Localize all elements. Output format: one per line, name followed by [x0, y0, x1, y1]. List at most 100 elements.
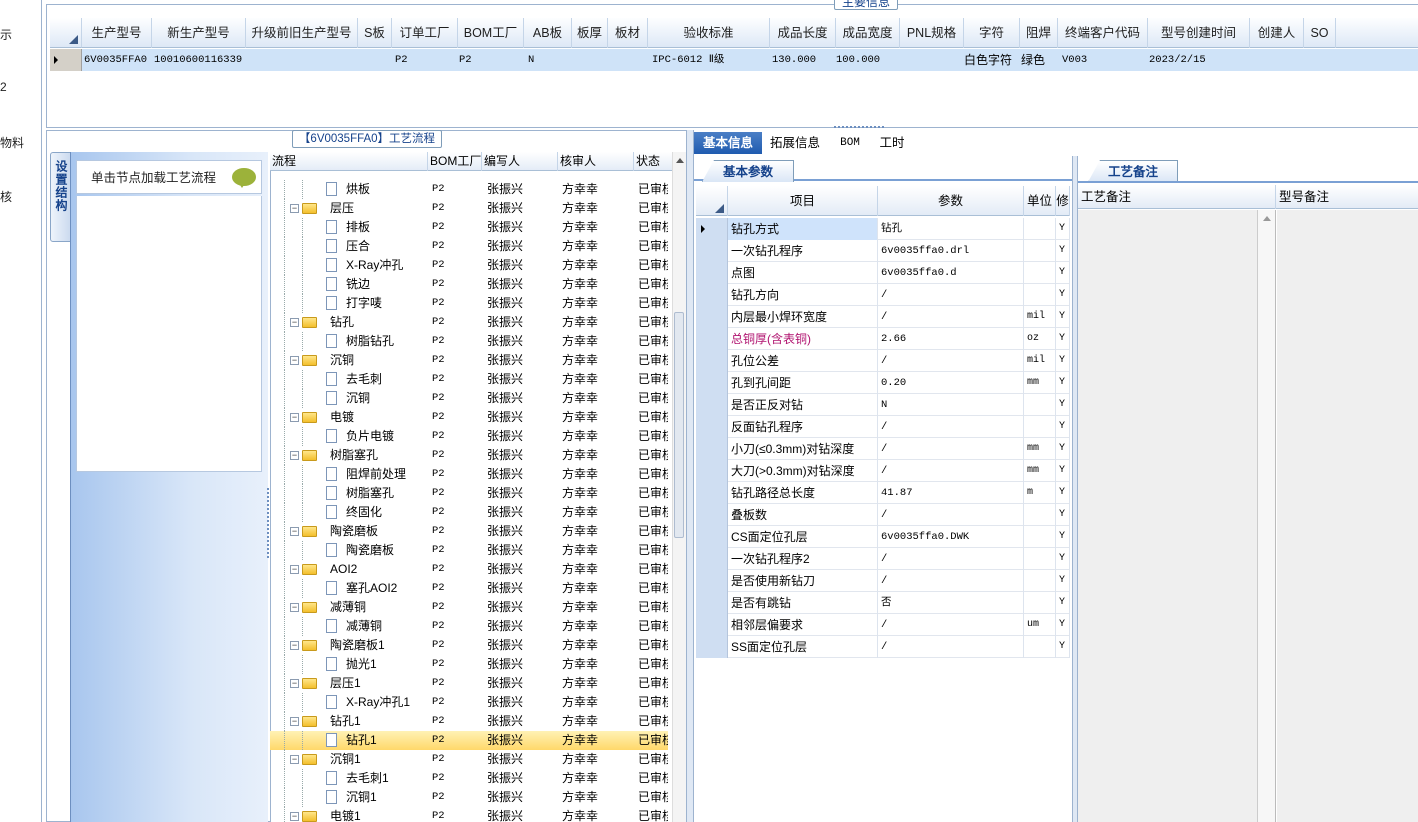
col-header[interactable]: 创建人 [1250, 18, 1304, 48]
nav-item[interactable]: 核 [0, 188, 12, 205]
tree-row[interactable]: 去毛刺 P2 张振兴 方幸幸 已审核 [270, 370, 668, 389]
splitter-grip[interactable] [267, 488, 271, 558]
param-row[interactable]: 钻孔路径总长度 41.87 m Y [696, 482, 1070, 504]
param-value[interactable]: / [878, 548, 1024, 570]
tree-scroll-thumb[interactable] [674, 312, 684, 538]
param-value[interactable]: 6v0035ffa0.DWK [878, 526, 1024, 548]
param-value[interactable]: 否 [878, 592, 1024, 614]
tree-row[interactable]: − 电镀1 P2 张振兴 方幸幸 已审核 [270, 807, 668, 822]
row-selector[interactable] [696, 570, 728, 592]
param-value[interactable]: / [878, 614, 1024, 636]
tree-row[interactable]: − 电镀 P2 张振兴 方幸幸 已审核 [270, 408, 668, 427]
tree-row[interactable]: − 钻孔 P2 张振兴 方幸幸 已审核 [270, 313, 668, 332]
col-header[interactable]: 核审人 [558, 152, 634, 171]
row-selector[interactable] [696, 372, 728, 394]
param-value[interactable]: / [878, 350, 1024, 372]
col-header[interactable]: 参数 [878, 186, 1024, 216]
param-row[interactable]: 点图 6v0035ffa0.d Y [696, 262, 1070, 284]
collapse-icon[interactable]: − [290, 413, 299, 422]
tree-row[interactable]: 沉铜 P2 张振兴 方幸幸 已审核 [270, 389, 668, 408]
col-header[interactable]: 升级前旧生产型号 [246, 18, 358, 48]
col-header[interactable]: BOM工厂 [458, 18, 524, 48]
collapse-icon[interactable]: − [290, 679, 299, 688]
col-header[interactable]: 成品长度 [770, 18, 836, 48]
param-value[interactable]: / [878, 460, 1024, 482]
row-selector[interactable] [696, 394, 728, 416]
param-row[interactable]: 大刀(>0.3mm)对钻深度 / mm Y [696, 460, 1070, 482]
remarks-scrollbar[interactable] [1258, 210, 1276, 822]
tree-row[interactable]: − 树脂塞孔 P2 张振兴 方幸幸 已审核 [270, 446, 668, 465]
tree-row[interactable]: 去毛刺1 P2 张振兴 方幸幸 已审核 [270, 769, 668, 788]
param-row[interactable]: SS面定位孔层 / Y [696, 636, 1070, 658]
col-header[interactable]: 板厚 [572, 18, 608, 48]
row-selector[interactable] [696, 438, 728, 460]
col-header[interactable]: 新生产型号 [152, 18, 246, 48]
collapse-icon[interactable]: − [290, 717, 299, 726]
model-remarks-field[interactable] [1277, 210, 1418, 822]
tree-row[interactable]: 负片电镀 P2 张振兴 方幸幸 已审核 [270, 427, 668, 446]
tree-row[interactable]: 终固化 P2 张振兴 方幸幸 已审核 [270, 503, 668, 522]
row-selector[interactable] [696, 614, 728, 636]
tree-row[interactable]: − 陶瓷磨板 P2 张振兴 方幸幸 已审核 [270, 522, 668, 541]
tree-row[interactable]: − 层压1 P2 张振兴 方幸幸 已审核 [270, 674, 668, 693]
tab-extended[interactable]: 拓展信息 [766, 132, 824, 154]
splitter-grip[interactable] [834, 126, 884, 130]
param-row[interactable]: 一次钻孔程序 6v0035ffa0.drl Y [696, 240, 1070, 262]
col-header[interactable]: S板 [358, 18, 392, 48]
col-header[interactable]: 修 [1056, 186, 1070, 216]
param-value[interactable]: / [878, 504, 1024, 526]
col-header[interactable]: PNL规格 [900, 18, 964, 48]
nav-item[interactable]: 物料 [0, 134, 24, 151]
col-header[interactable]: 编写人 [482, 152, 558, 171]
col-header[interactable]: 阻焊 [1020, 18, 1058, 48]
tree-row[interactable]: 铣边 P2 张振兴 方幸幸 已审核 [270, 275, 668, 294]
col-header[interactable]: 订单工厂 [392, 18, 458, 48]
tree-row[interactable]: 陶瓷磨板 P2 张振兴 方幸幸 已审核 [270, 541, 668, 560]
param-value[interactable]: / [878, 636, 1024, 658]
param-value[interactable]: 41.87 [878, 482, 1024, 504]
tree-row[interactable]: X-Ray冲孔1 P2 张振兴 方幸幸 已审核 [270, 693, 668, 712]
row-selector[interactable] [696, 218, 728, 240]
param-value[interactable]: 0.20 [878, 372, 1024, 394]
tab-remarks[interactable]: 工艺备注 [1088, 160, 1178, 182]
collapse-icon[interactable]: − [290, 356, 299, 365]
col-header[interactable]: 字符 [964, 18, 1020, 48]
col-header[interactable]: 成品宽度 [836, 18, 900, 48]
param-row[interactable]: 一次钻孔程序2/ Y [696, 548, 1070, 570]
col-header[interactable]: 项目 [728, 186, 878, 216]
process-remarks-field[interactable] [1078, 210, 1258, 822]
collapse-icon[interactable]: − [290, 641, 299, 650]
tab-basic-params[interactable]: 基本参数 [702, 160, 794, 182]
nav-item[interactable]: 示 [0, 26, 12, 43]
tree-row[interactable]: 钻孔1 P2 张振兴 方幸幸 已审核 [270, 731, 668, 750]
param-row[interactable]: CS面定位孔层 6v0035ffa0.DWK Y [696, 526, 1070, 548]
tree-row[interactable]: 沉铜1 P2 张振兴 方幸幸 已审核 [270, 788, 668, 807]
param-row[interactable]: 反面钻孔程序 / Y [696, 416, 1070, 438]
tree-row[interactable]: 压合 P2 张振兴 方幸幸 已审核 [270, 237, 668, 256]
row-selector[interactable] [696, 482, 728, 504]
row-selector[interactable] [696, 284, 728, 306]
tree-row[interactable]: − 陶瓷磨板1 P2 张振兴 方幸幸 已审核 [270, 636, 668, 655]
tree-row[interactable]: X-Ray冲孔 P2 张振兴 方幸幸 已审核 [270, 256, 668, 275]
tab-bom[interactable]: BOM [830, 132, 870, 154]
tree-row[interactable]: 树脂塞孔 P2 张振兴 方幸幸 已审核 [270, 484, 668, 503]
collapse-icon[interactable]: − [290, 318, 299, 327]
param-row[interactable]: 叠板数 / Y [696, 504, 1070, 526]
tree-row[interactable]: − 减薄铜 P2 张振兴 方幸幸 已审核 [270, 598, 668, 617]
param-value[interactable]: / [878, 570, 1024, 592]
table-row[interactable]: 6V0035FFA0 10010600116339 P2 P2 N IPC-60… [50, 49, 1418, 71]
row-selector[interactable] [50, 49, 82, 71]
param-value[interactable]: / [878, 306, 1024, 328]
param-row[interactable]: 总铜厚(含表铜) 2.66 oz Y [696, 328, 1070, 350]
vertical-splitter[interactable] [686, 130, 694, 822]
col-header[interactable]: AB板 [524, 18, 572, 48]
row-selector[interactable] [696, 548, 728, 570]
col-header[interactable]: SO [1304, 18, 1336, 48]
param-value[interactable]: 钻孔 [878, 218, 1024, 240]
tree-row[interactable]: 抛光1 P2 张振兴 方幸幸 已审核 [270, 655, 668, 674]
param-value[interactable]: / [878, 438, 1024, 460]
tree-row[interactable]: 排板 P2 张振兴 方幸幸 已审核 [270, 218, 668, 237]
collapse-icon[interactable]: − [290, 812, 299, 821]
col-header[interactable]: 板材 [608, 18, 648, 48]
col-header[interactable]: 单位 [1024, 186, 1056, 216]
